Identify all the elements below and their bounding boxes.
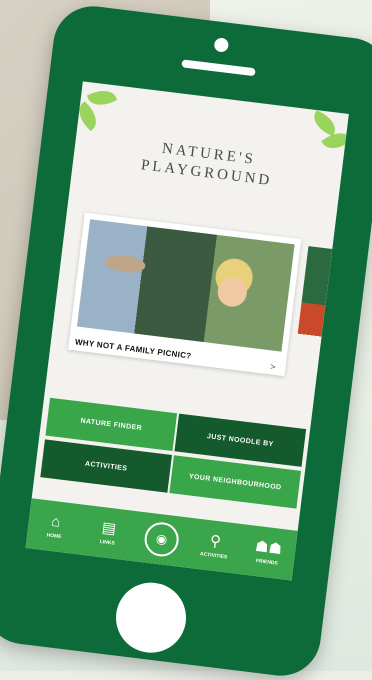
- bottom-tab-bar: ⌂ HOME ▤ LINKS ◉ ⚲ ACTIVITIES ☗☗ FRIENDS: [25, 498, 298, 581]
- home-button[interactable]: [112, 578, 191, 657]
- featured-caption: WHY NOT A FAMILY PICNIC?: [74, 337, 192, 361]
- camera-icon: ◉: [142, 520, 181, 559]
- featured-card[interactable]: WHY NOT A FAMILY PICNIC? >: [68, 212, 302, 377]
- next-card-peek[interactable]: [293, 246, 333, 375]
- home-icon: ⌂: [50, 512, 62, 531]
- app-title: NATURE'S PLAYGROUND: [140, 140, 274, 190]
- chevron-right-icon[interactable]: >: [270, 361, 276, 372]
- tab-label: FRIENDS: [255, 557, 279, 567]
- leaf-decoration: [86, 85, 118, 111]
- tab-friends[interactable]: ☗☗ FRIENDS: [245, 537, 292, 567]
- map-pin-icon: ⚲: [208, 531, 222, 551]
- phone-mockup: NATURE'S PLAYGROUND WHY NOT A FAMILY PIC…: [0, 1, 372, 680]
- tab-activities[interactable]: ⚲ ACTIVITIES: [191, 531, 238, 561]
- tab-camera[interactable]: ◉: [138, 520, 186, 559]
- tab-label: ACTIVITIES: [199, 550, 228, 560]
- featured-photo: [76, 219, 295, 352]
- leaf-decoration: [309, 110, 340, 137]
- app-screen: NATURE'S PLAYGROUND WHY NOT A FAMILY PIC…: [25, 81, 349, 581]
- leaf-decoration: [72, 101, 103, 132]
- tab-label: LINKS: [99, 538, 116, 547]
- people-icon: ☗☗: [254, 537, 284, 558]
- camera-dot: [213, 37, 230, 53]
- book-icon: ▤: [100, 518, 118, 538]
- tab-links[interactable]: ▤ LINKS: [85, 518, 132, 548]
- tab-home[interactable]: ⌂ HOME: [32, 511, 79, 541]
- speaker-slot: [181, 59, 256, 77]
- tab-label: HOME: [46, 531, 62, 540]
